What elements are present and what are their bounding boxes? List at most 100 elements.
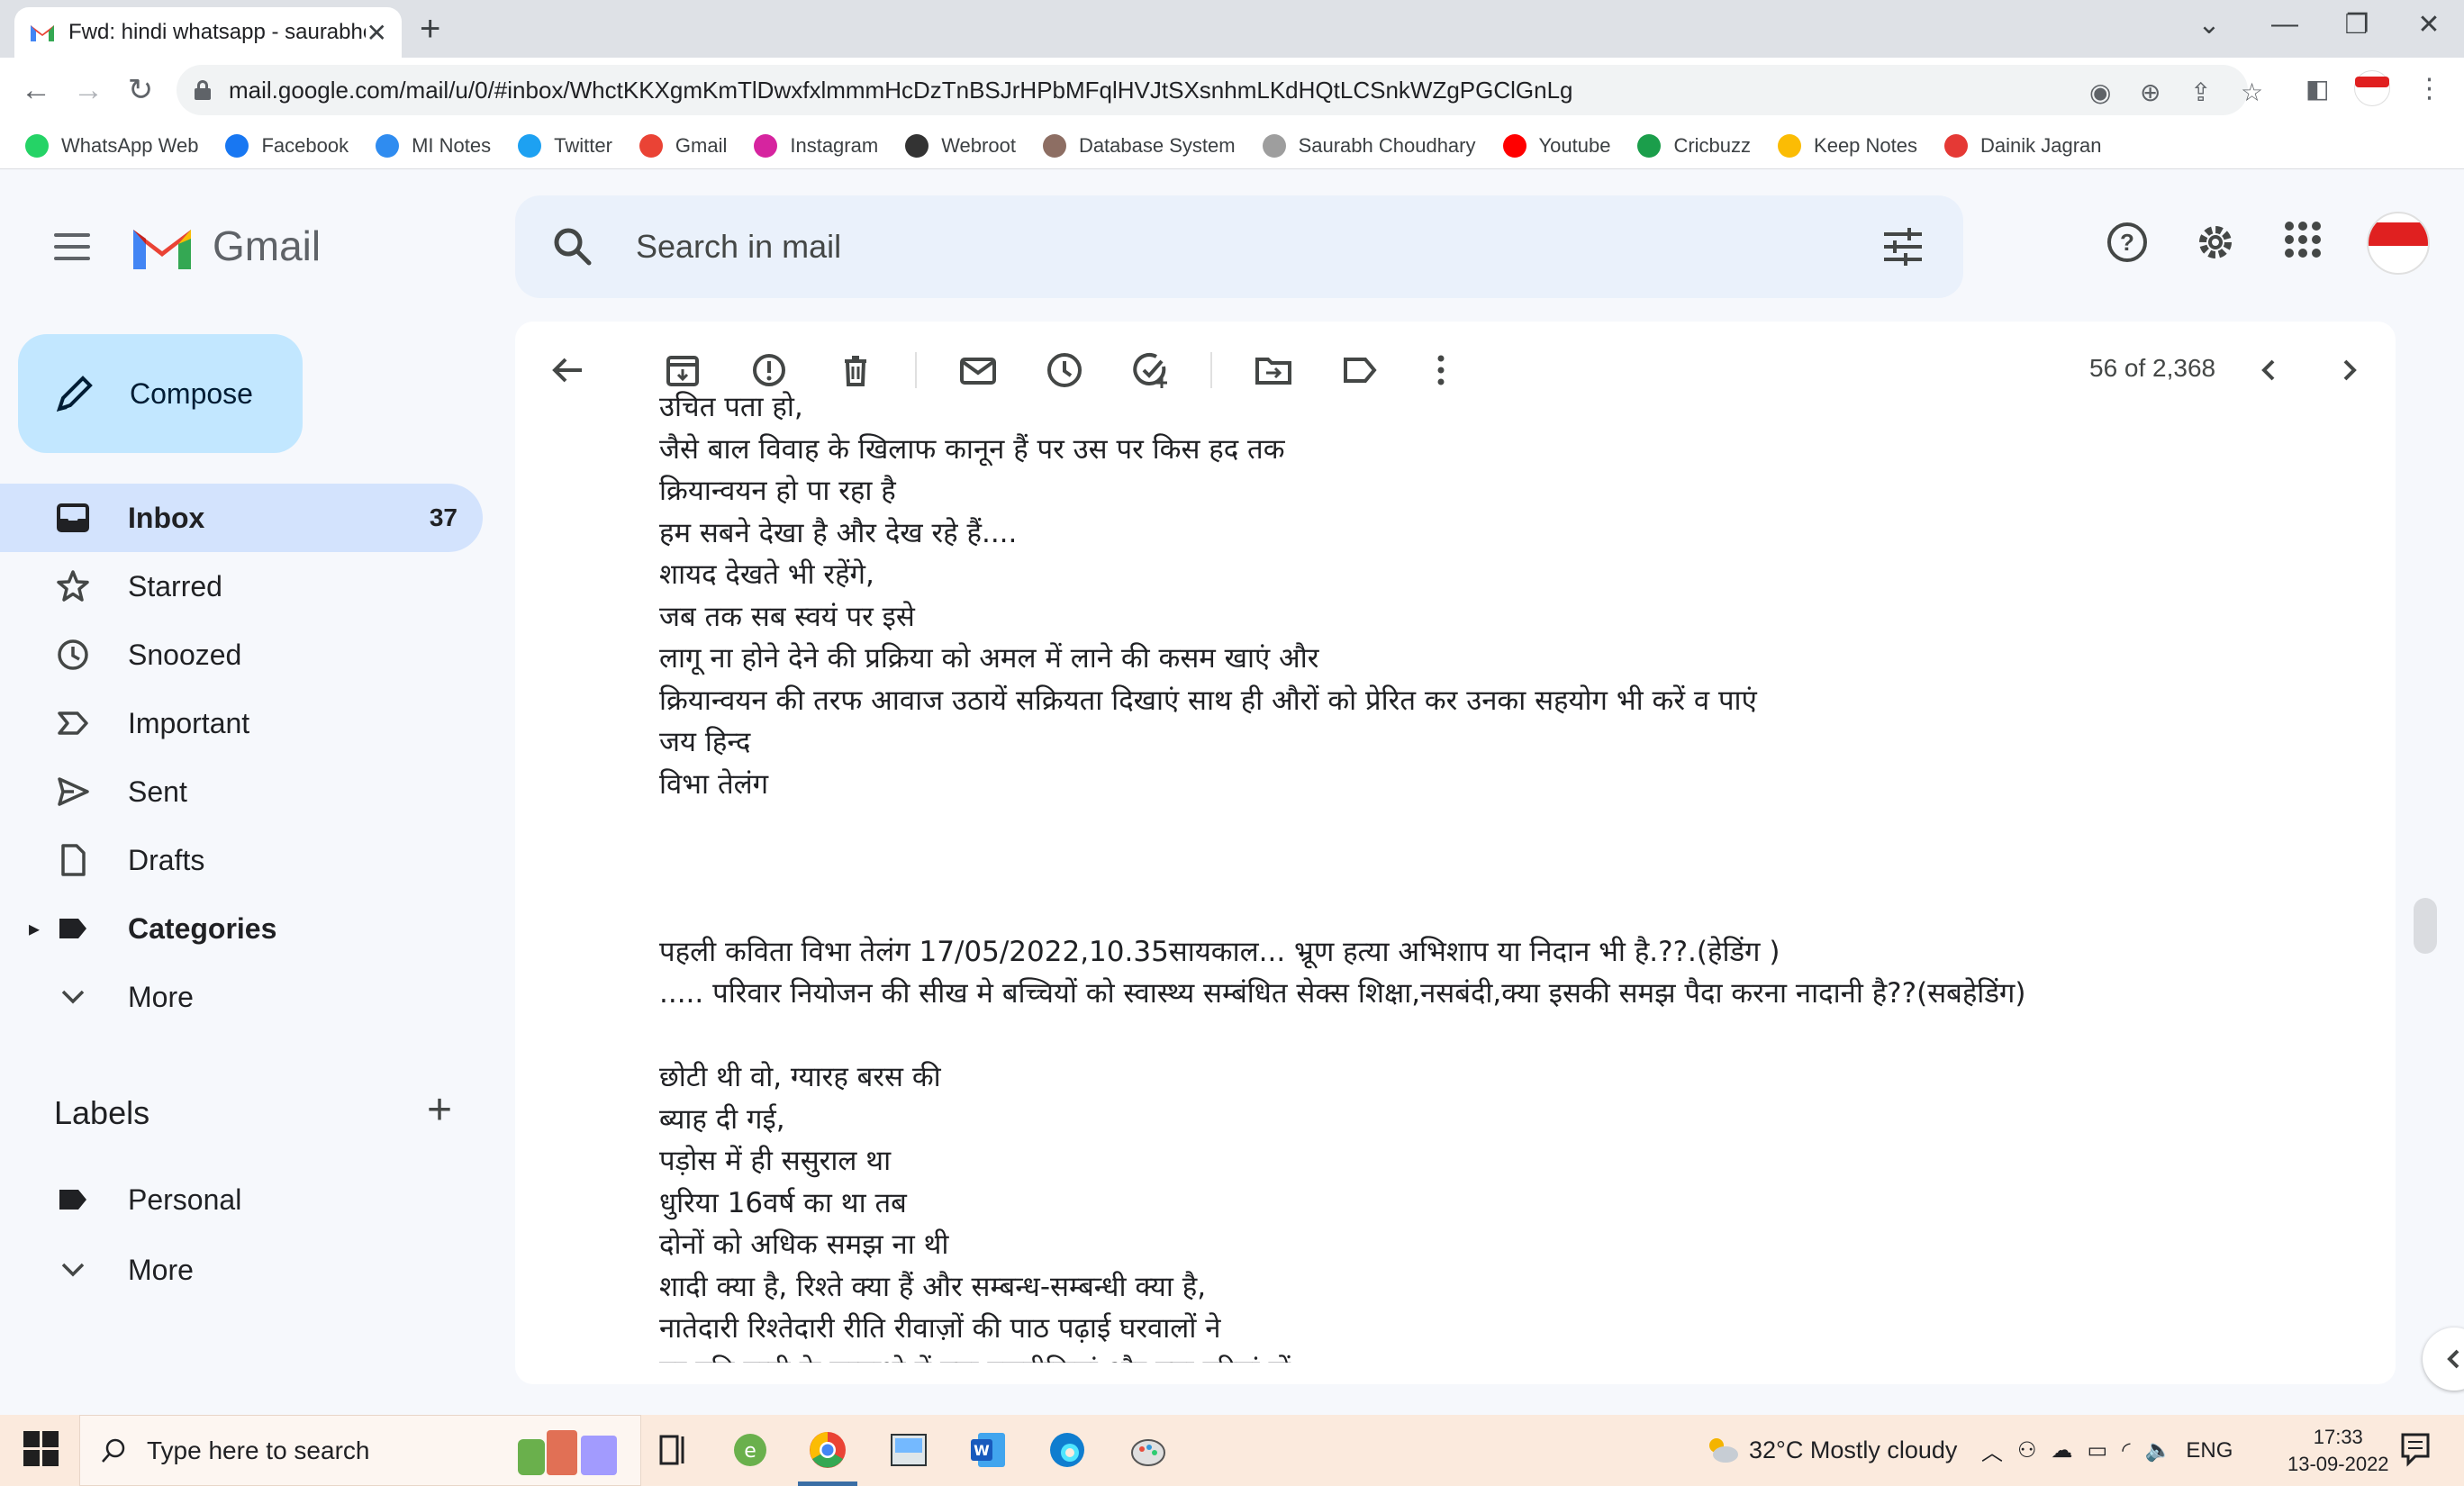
help-icon[interactable]: ? xyxy=(2106,221,2149,264)
bookmark-facebook[interactable]: Facebook xyxy=(225,133,349,158)
share-icon[interactable]: ⇪ xyxy=(2190,77,2211,107)
create-label-button[interactable]: + xyxy=(427,1085,452,1135)
grammarly-icon[interactable]: e xyxy=(728,1427,773,1472)
message-line: क्रियान्वयन की तरफ आवाज उठायें सक्रियता … xyxy=(659,684,1757,717)
bookmark-twitter[interactable]: Twitter xyxy=(518,133,612,158)
bookmark-keep-notes[interactable]: Keep Notes xyxy=(1778,133,1917,158)
snooze-clock-icon[interactable] xyxy=(1043,349,1086,392)
account-avatar[interactable] xyxy=(2367,212,2430,275)
sidebar-item-more[interactable]: More xyxy=(0,963,483,1031)
unread-count: 37 xyxy=(429,503,457,531)
bookmark-instagram[interactable]: Instagram xyxy=(754,133,878,158)
expand-arrow-icon[interactable]: ▸ xyxy=(29,916,40,942)
apps-grid-icon[interactable] xyxy=(2284,221,2322,258)
bookmark-label: Cricbuzz xyxy=(1673,133,1752,157)
word-icon[interactable]: W xyxy=(965,1427,1010,1472)
sidebar-item-drafts[interactable]: Drafts xyxy=(0,826,483,894)
forward-icon[interactable]: → xyxy=(68,70,108,110)
compose-button[interactable]: Compose xyxy=(18,334,303,453)
paint-icon[interactable] xyxy=(1126,1427,1171,1472)
windows-start-icon[interactable] xyxy=(23,1431,59,1467)
language-indicator[interactable]: ENG xyxy=(2186,1438,2233,1463)
sidebar-item-more[interactable]: More xyxy=(0,1235,483,1305)
move-to-folder-icon[interactable] xyxy=(1252,349,1295,392)
message-line: लागू ना होने देने की प्रक्रिया को अमल मे… xyxy=(659,642,1319,675)
wifi-icon[interactable]: ◜ xyxy=(2122,1437,2130,1463)
reload-icon[interactable]: ↻ xyxy=(121,70,160,110)
weather-widget[interactable]: 32°C Mostly cloudy xyxy=(1704,1435,1957,1465)
bookmark-mi-notes[interactable]: MI Notes xyxy=(376,133,492,158)
add-task-icon[interactable] xyxy=(1129,349,1173,392)
back-icon[interactable]: ← xyxy=(16,70,56,110)
profile-avatar[interactable] xyxy=(2354,70,2391,106)
more-options-icon[interactable] xyxy=(1419,349,1463,392)
newer-chevron-left-icon[interactable] xyxy=(2248,349,2291,392)
mark-unread-icon[interactable] xyxy=(956,349,1000,392)
sidebar-item-important[interactable]: Important xyxy=(0,689,483,757)
url-text[interactable]: mail.google.com/mail/u/0/#inbox/WhctKKXg… xyxy=(229,77,1573,104)
close-tab-icon[interactable]: ✕ xyxy=(367,18,387,48)
restore-icon[interactable]: ❐ xyxy=(2334,9,2379,41)
minimize-icon[interactable]: — xyxy=(2262,9,2307,40)
meet-now-icon[interactable]: ⚇ xyxy=(2017,1437,2037,1463)
search-input[interactable] xyxy=(636,228,1807,266)
bookmark-webroot[interactable]: Webroot xyxy=(905,133,1016,158)
search-options-icon[interactable] xyxy=(1882,226,1924,267)
address-bar[interactable]: mail.google.com/mail/u/0/#inbox/WhctKKXg… xyxy=(177,65,2263,115)
close-window-icon[interactable]: ✕ xyxy=(2406,9,2451,41)
windows-taskbar: Type here to search e W 32°C Mostly clou… xyxy=(0,1415,2464,1486)
search-bar[interactable] xyxy=(515,195,1963,298)
sidebar-item-snoozed[interactable]: Snoozed xyxy=(0,621,483,689)
bookmark-star-icon[interactable]: ☆ xyxy=(2241,77,2263,107)
onedrive-icon[interactable]: ☁ xyxy=(2052,1437,2073,1463)
sidebar-item-starred[interactable]: Starred xyxy=(0,552,483,621)
image-viewer-icon[interactable] xyxy=(886,1427,931,1472)
scrollbar-thumb[interactable] xyxy=(2414,898,2437,954)
sidebar-item-inbox[interactable]: Inbox 37 xyxy=(0,484,483,552)
bookmark-database-system[interactable]: Database System xyxy=(1042,133,1236,158)
sidebar-item-label: More xyxy=(128,1253,194,1286)
bookmark-saurabh-choudhary[interactable]: Saurabh Choudhary xyxy=(1262,133,1476,158)
sidebar-item-sent[interactable]: Sent xyxy=(0,757,483,826)
delete-icon[interactable] xyxy=(834,349,877,392)
message-line: दोनों को अधिक समझ ना थी xyxy=(659,1228,949,1261)
task-view-icon[interactable] xyxy=(650,1427,695,1472)
bookmark-gmail[interactable]: Gmail xyxy=(639,133,727,158)
tab-search-icon[interactable]: ⌄ xyxy=(2187,9,2232,41)
report-spam-icon[interactable] xyxy=(747,349,791,392)
chevron-up-icon[interactable]: ︿ xyxy=(1981,1435,2003,1466)
cricbuzz-icon xyxy=(1637,133,1662,158)
bookmark-dainik-jagran[interactable]: Dainik Jagran xyxy=(1944,133,2102,158)
sidebar-item-personal[interactable]: Personal xyxy=(0,1164,483,1235)
sidebar-item-label: Drafts xyxy=(128,843,205,876)
chrome-icon[interactable] xyxy=(805,1427,850,1472)
archive-icon[interactable] xyxy=(661,349,704,392)
taskbar-search-box[interactable]: Type here to search xyxy=(79,1415,641,1486)
eye-icon[interactable]: ◉ xyxy=(2089,77,2111,107)
facebook-icon xyxy=(225,133,249,158)
chrome-menu-icon[interactable]: ⋮ xyxy=(2415,73,2442,104)
side-panel-icon[interactable]: ◧ xyxy=(2305,74,2329,104)
label-icon[interactable] xyxy=(1338,349,1381,392)
edge-icon[interactable] xyxy=(1045,1427,1090,1472)
new-tab-button[interactable]: + xyxy=(420,11,440,47)
gmail-logo[interactable]: Gmail xyxy=(130,221,321,271)
main-menu-icon[interactable] xyxy=(54,233,90,268)
battery-icon[interactable]: ▭ xyxy=(2088,1437,2108,1463)
sidebar-item-categories[interactable]: ▸ Categories xyxy=(0,894,483,963)
older-chevron-right-icon[interactable] xyxy=(2327,349,2370,392)
bookmark-label: MI Notes xyxy=(412,133,492,157)
back-to-inbox-icon[interactable] xyxy=(546,349,589,392)
clock[interactable]: 17:33 13-09-2022 xyxy=(2287,1424,2389,1478)
labels-heading: Labels xyxy=(54,1094,150,1131)
zoom-icon[interactable]: ⊕ xyxy=(2140,77,2161,107)
search-icon[interactable] xyxy=(551,225,594,268)
settings-gear-icon[interactable] xyxy=(2194,221,2237,264)
bookmark-whatsapp-web[interactable]: WhatsApp Web xyxy=(25,133,198,158)
volume-icon[interactable]: 🔈 xyxy=(2145,1437,2172,1463)
search-icon xyxy=(102,1438,125,1463)
browser-tab[interactable]: Fwd: hindi whatsapp - saurabhch ✕ xyxy=(14,7,402,58)
bookmark-cricbuzz[interactable]: Cricbuzz xyxy=(1637,133,1752,158)
notification-icon[interactable] xyxy=(2399,1431,2432,1467)
bookmark-youtube[interactable]: Youtube xyxy=(1502,133,1610,158)
